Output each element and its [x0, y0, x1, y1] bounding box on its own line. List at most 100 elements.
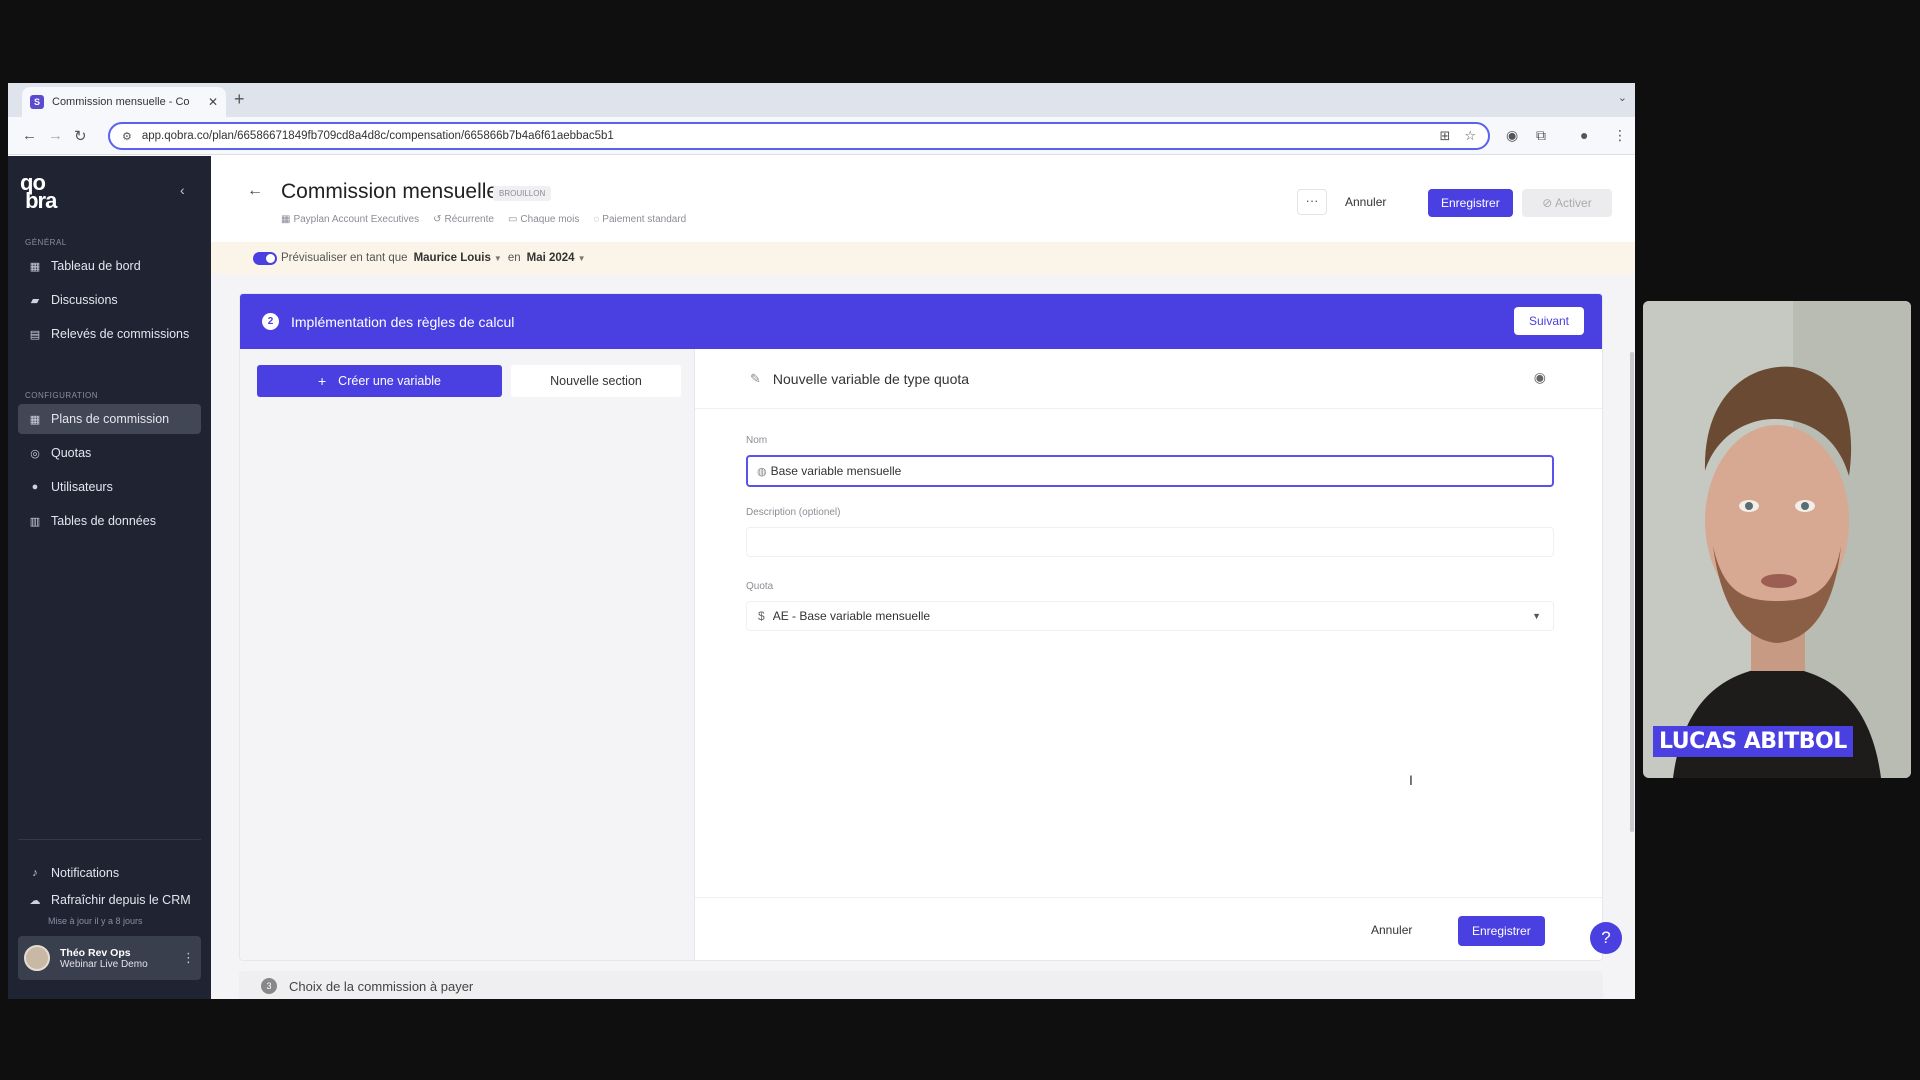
bell-icon: ♪ [32, 867, 38, 879]
preview-label: Prévisualiser en tant que [281, 252, 408, 264]
bookmark-star-icon[interactable]: ☆ [1464, 128, 1476, 144]
user-card[interactable]: Théo Rev Ops Webinar Live Demo ⋮ [18, 936, 201, 980]
refresh-timestamp: Mise à jour il y a 8 jours [48, 916, 143, 926]
sidebar-item-label: Relevés de commissions [51, 327, 190, 341]
sidebar-item-data-tables[interactable]: ▥ Tables de données [18, 506, 201, 536]
chevron-down-icon: ▼ [577, 254, 586, 263]
grid-icon: ▦ [29, 413, 41, 426]
page-header: ← Commission mensuelle BROUILLON ▦ Paypla… [211, 156, 1635, 242]
save-variable-button[interactable]: Enregistrer [1458, 916, 1545, 946]
url-text: app.qobra.co/plan/66586671849fb709cd8a4d… [141, 130, 614, 142]
create-variable-button[interactable]: + Créer une variable [257, 365, 502, 397]
close-tab-icon[interactable]: ✕ [208, 95, 218, 109]
next-step-collapsed[interactable]: 3 Choix de la commission à payer [239, 971, 1603, 999]
name-input[interactable]: ◍ Base variable mensuelle [746, 455, 1554, 487]
cancel-variable-button[interactable]: Annuler [1359, 916, 1424, 944]
grid-icon: ▦ [281, 214, 291, 225]
user-menu-icon[interactable]: ⋮ [182, 950, 195, 966]
sidebar-item-notifications[interactable]: ♪ Notifications [18, 858, 201, 888]
grid-icon: ▦ [29, 260, 41, 273]
sidebar-item-label: Utilisateurs [51, 480, 113, 494]
preview-period-select[interactable]: Mai 2024 ▼ [527, 252, 586, 264]
sidebar-item-quotas[interactable]: ◎ Quotas [18, 438, 201, 468]
preview-user-select[interactable]: Maurice Louis ▼ [414, 252, 502, 264]
name-input-value: Base variable mensuelle [770, 464, 902, 478]
meta-item: ↺ Récurrente [433, 214, 494, 225]
screen-share: S Commission mensuelle - Co ✕ + ⌄ ← → ↻ … [8, 83, 1635, 999]
favicon-icon: S [30, 95, 44, 109]
page-title: Commission mensuelle [281, 180, 499, 203]
kebab-menu-icon[interactable]: ⋮ [1613, 127, 1627, 144]
quota-select[interactable]: $ AE - Base variable mensuelle ▼ [746, 601, 1554, 631]
chevron-down-icon: ▼ [1532, 611, 1541, 621]
tab-title: Commission mensuelle - Co [52, 96, 190, 108]
sidebar-item-label: Tables de données [51, 514, 156, 528]
description-label: Description (optionel) [746, 507, 841, 518]
table-icon: ▥ [29, 515, 41, 528]
help-button[interactable]: ? [1590, 922, 1622, 954]
sidebar-item-dashboard[interactable]: ▦ Tableau de bord [18, 251, 201, 281]
name-label: Nom [746, 435, 768, 446]
preview-in-label: en [507, 252, 521, 264]
user-name: Théo Rev Ops [60, 946, 131, 959]
webcam-overlay: LUCAS ABITBOL [1643, 301, 1911, 778]
plus-icon: + [317, 373, 327, 389]
address-bar[interactable]: ⚙ app.qobra.co/plan/66586671849fb709cd8a… [108, 122, 1490, 150]
scrollbar[interactable] [1630, 352, 1634, 832]
sidebar-item-label: Tableau de bord [51, 259, 141, 273]
more-options-button[interactable]: ··· [1297, 189, 1327, 215]
speaker-name-card: LUCAS ABITBOL [1653, 726, 1853, 757]
step-title: Implémentation des règles de calcul [291, 313, 515, 330]
translate-icon[interactable]: ⊞ [1439, 128, 1450, 144]
collapse-sidebar-icon[interactable]: ‹ [180, 182, 185, 198]
step-number: 2 [262, 313, 279, 330]
extension-icon[interactable]: ◉ [1506, 127, 1518, 144]
target-icon: ◎ [30, 447, 40, 460]
app-window: qo bra ‹ GÉNÉRAL ▦ Tableau de bord ▰ Dis… [8, 156, 1635, 999]
tab-search-icon[interactable]: ⌄ [1618, 91, 1627, 104]
puzzle-icon[interactable]: ⧉ [1536, 127, 1546, 144]
step-number: 3 [261, 978, 277, 994]
eye-icon[interactable]: ◉ [1534, 369, 1546, 386]
status-badge: BROUILLON [493, 186, 552, 201]
site-info-icon[interactable]: ⚙ [122, 130, 132, 143]
save-button[interactable]: Enregistrer [1428, 189, 1513, 217]
back-arrow-icon[interactable]: ← [247, 182, 263, 200]
new-tab-icon[interactable]: + [234, 89, 245, 110]
reload-icon[interactable]: ↻ [74, 127, 87, 145]
back-nav-icon[interactable]: ← [22, 127, 37, 144]
main-content: ← Commission mensuelle BROUILLON ▦ Paypla… [211, 156, 1635, 999]
activate-button[interactable]: ⊘ Activer [1522, 189, 1612, 217]
coin-icon: $ [758, 609, 765, 623]
cancel-button[interactable]: Annuler [1335, 189, 1396, 215]
cloud-icon: ☁ [29, 894, 41, 907]
next-button[interactable]: Suivant [1513, 307, 1584, 335]
section-label-config: CONFIGURATION [25, 391, 99, 400]
sidebar-item-refresh-crm[interactable]: ☁ Rafraîchir depuis le CRM [18, 889, 201, 911]
new-section-button[interactable]: Nouvelle section [511, 365, 681, 397]
quota-label: Quota [746, 581, 774, 592]
meta-item: ▦ Payplan Account Executives [281, 214, 420, 225]
profile-icon[interactable]: ● [1580, 127, 1588, 143]
document-icon: ▤ [29, 328, 41, 341]
activate-icon: ⊘ [1542, 196, 1556, 210]
history-icon: ↺ [433, 214, 442, 225]
user-icon: ● [31, 481, 39, 493]
qobra-logo[interactable]: qo bra [20, 172, 57, 212]
plan-meta: ▦ Payplan Account Executives ↺ Récurrente … [281, 214, 686, 225]
editor-footer-divider [695, 897, 1602, 898]
avatar [24, 945, 50, 971]
coin-icon: ◌ [593, 214, 600, 225]
variable-editor-header: ✎ Nouvelle variable de type quota [695, 349, 1602, 409]
chevron-down-icon: ▼ [493, 254, 502, 263]
preview-toggle[interactable] [253, 251, 277, 265]
sidebar-item-users[interactable]: ● Utilisateurs [18, 472, 201, 502]
sidebar-item-commission-plans[interactable]: ▦ Plans de commission [18, 404, 201, 434]
browser-tab[interactable]: S Commission mensuelle - Co ✕ [22, 87, 226, 117]
sidebar-item-statements[interactable]: ▤ Relevés de commissions [18, 319, 201, 349]
forward-nav-icon[interactable]: → [48, 127, 63, 144]
description-input[interactable] [746, 527, 1554, 557]
sidebar-item-discussions[interactable]: ▰ Discussions [18, 285, 201, 315]
step-card: 2 Implémentation des règles de calcul Su… [239, 293, 1603, 961]
sidebar-item-label: Rafraîchir depuis le CRM [51, 893, 191, 907]
